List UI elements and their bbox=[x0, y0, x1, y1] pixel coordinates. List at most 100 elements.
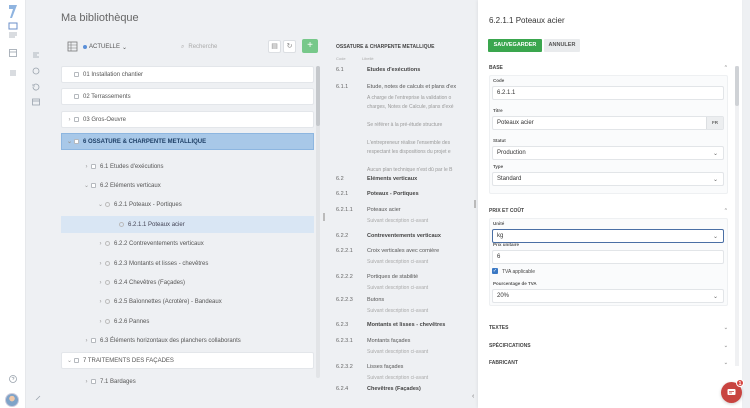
select-checkbox[interactable] bbox=[105, 299, 110, 304]
select-checkbox[interactable] bbox=[74, 358, 79, 363]
table-row[interactable]: 6.2.4 Chevêtres (Façades) bbox=[336, 386, 470, 392]
refresh-button[interactable]: ↻ bbox=[283, 40, 296, 53]
chevron-right-icon[interactable]: › bbox=[66, 117, 73, 123]
table-row[interactable]: 6.1.1 Etude, notes de calculs et plans d'… bbox=[336, 84, 470, 90]
chevron-down-icon[interactable]: ⌄ bbox=[97, 201, 104, 208]
section-specs[interactable]: SPÉCIFICATIONS ⌄ bbox=[489, 341, 728, 351]
panel-resize-handle[interactable] bbox=[323, 213, 325, 221]
type-select[interactable]: Standard ⌄ bbox=[492, 172, 724, 186]
chevron-down-icon[interactable]: ⌄ bbox=[66, 357, 73, 364]
select-checkbox[interactable] bbox=[105, 202, 110, 207]
select-checkbox[interactable] bbox=[74, 94, 79, 99]
table-row[interactable]: 6.2.2.2 Portiques de stabilité Suivant des… bbox=[336, 274, 470, 291]
select-checkbox[interactable] bbox=[74, 139, 79, 144]
select-checkbox[interactable] bbox=[91, 183, 96, 188]
tree-row[interactable]: ⌄ 6 OSSATURE & CHARPENTE METALLIQUE bbox=[61, 133, 314, 150]
detail-scrollbar[interactable] bbox=[735, 66, 739, 366]
help-icon[interactable] bbox=[8, 374, 18, 384]
cancel-button[interactable]: ANNULER bbox=[544, 39, 580, 52]
tree-row[interactable]: › 6.2.6 Pannes bbox=[61, 313, 314, 330]
app-logo-icon[interactable] bbox=[8, 5, 18, 19]
table-view-icon[interactable] bbox=[67, 41, 78, 52]
select-checkbox[interactable] bbox=[91, 164, 96, 169]
title-field[interactable]: Poteaux acier FR bbox=[492, 116, 724, 130]
export-button[interactable]: ▤ bbox=[268, 40, 281, 53]
version-filter-select[interactable]: ACTUELLE ⌄ bbox=[83, 41, 127, 53]
select-checkbox[interactable] bbox=[91, 379, 96, 384]
chevron-down-icon[interactable]: ⌄ bbox=[66, 138, 73, 145]
tree-row[interactable]: › 7.1 Bardages bbox=[61, 373, 314, 390]
history-icon[interactable] bbox=[31, 82, 41, 92]
chevron-left-icon[interactable]: ‹ bbox=[472, 393, 482, 403]
section-price[interactable]: PRIX ET COÛT ⌃ bbox=[489, 206, 728, 216]
row-label: Butons bbox=[367, 297, 385, 303]
table-row[interactable]: 6.2.1.1 Poteaux acier Suivant description … bbox=[336, 207, 470, 224]
vat-checkbox[interactable]: ✓ bbox=[492, 268, 498, 274]
table-row[interactable]: 6.2.2.1 Croix verticales avec cornière Sui… bbox=[336, 248, 470, 265]
tree-row[interactable]: 02 Terrassements bbox=[61, 88, 314, 105]
tree-row[interactable]: ⌄ 7 TRAITEMENTS DES FAÇADES bbox=[61, 352, 314, 369]
table-row[interactable]: 6.2.2.3 Butons Suivant description ci-avan… bbox=[336, 297, 470, 314]
chevron-right-icon[interactable]: › bbox=[97, 241, 104, 247]
section-base[interactable]: BASE ⌃ bbox=[489, 63, 728, 73]
select-checkbox[interactable] bbox=[105, 261, 110, 266]
search-input[interactable]: ⌕ Recherche bbox=[181, 41, 261, 53]
tree-row[interactable]: ⌄ 6.2 Eléments verticaux bbox=[61, 177, 314, 194]
tree-row[interactable]: › 6.2.5 Baïonnettes (Acrotère) - Bandeaux bbox=[61, 293, 314, 310]
chevron-right-icon[interactable]: › bbox=[83, 338, 90, 344]
list-icon[interactable] bbox=[8, 68, 18, 78]
table-row[interactable]: 6.2 Eléments verticaux bbox=[336, 176, 470, 182]
table-row[interactable]: 6.2.3 Montants et lisses - chevêtres bbox=[336, 322, 470, 328]
table-row[interactable]: 6.2.3.2 Lisses façades Suivant description… bbox=[336, 364, 470, 381]
tree-row[interactable]: ⌄ 6.2.1 Poteaux - Portiques bbox=[61, 196, 314, 213]
section-maker[interactable]: FABRICANT ⌄ bbox=[489, 358, 728, 368]
user-avatar[interactable] bbox=[5, 393, 19, 407]
tree-row[interactable]: › 6.1 Etudes d'exécutions bbox=[61, 158, 314, 175]
unit-select[interactable]: kg ⌄ bbox=[492, 229, 724, 243]
chat-button[interactable]: 1 bbox=[721, 379, 744, 403]
select-checkbox[interactable] bbox=[74, 72, 79, 77]
tree-row[interactable]: 6.2.1.1 Poteaux acier bbox=[61, 216, 314, 233]
settings-icon[interactable] bbox=[33, 393, 43, 403]
table-row[interactable]: 6.2.3.1 Montants façades Suivant descripti… bbox=[336, 338, 470, 355]
chevron-right-icon[interactable]: › bbox=[97, 319, 104, 325]
table-row[interactable]: 6.2.2 Contreventements verticaux bbox=[336, 233, 470, 239]
table-row[interactable]: 6.1 Etudes d'exécutions bbox=[336, 67, 470, 73]
collapse-menu-icon[interactable] bbox=[31, 50, 41, 60]
library-icon[interactable] bbox=[8, 48, 18, 58]
tree-row[interactable]: › 6.2.3 Montants et lisses - chevêtres bbox=[61, 255, 314, 272]
tree-row[interactable]: › 03 Gros-Oeuvre bbox=[61, 111, 314, 128]
status-select[interactable]: Production ⌄ bbox=[492, 146, 724, 160]
chevron-right-icon[interactable]: › bbox=[97, 261, 104, 267]
select-checkbox[interactable] bbox=[105, 280, 110, 285]
code-field[interactable]: 6.2.1.1 bbox=[492, 86, 724, 100]
chevron-right-icon[interactable]: › bbox=[83, 379, 90, 385]
archive-icon[interactable] bbox=[31, 97, 41, 107]
row-code: 6.2.3 bbox=[336, 322, 349, 328]
unit-price-field[interactable]: 6 bbox=[492, 250, 724, 264]
chevron-right-icon[interactable]: › bbox=[83, 164, 90, 170]
chevron-right-icon[interactable]: › bbox=[97, 299, 104, 305]
select-checkbox[interactable] bbox=[119, 222, 124, 227]
select-checkbox[interactable] bbox=[105, 241, 110, 246]
tree-row[interactable]: 01 Installation chantier bbox=[61, 66, 314, 83]
select-checkbox[interactable] bbox=[105, 319, 110, 324]
save-button[interactable]: SAUVEGARDER bbox=[488, 39, 542, 52]
table-row[interactable]: 6.2.1 Poteaux - Portiques bbox=[336, 191, 470, 197]
select-checkbox[interactable] bbox=[91, 338, 96, 343]
projects-icon[interactable] bbox=[8, 30, 18, 40]
language-badge[interactable]: FR bbox=[706, 117, 723, 129]
chevron-right-icon[interactable]: › bbox=[97, 280, 104, 286]
section-texts[interactable]: TEXTES ⌄ bbox=[489, 323, 728, 333]
tree-row[interactable]: › 6.2.2 Contreventements verticaux bbox=[61, 235, 314, 252]
tree-row[interactable]: › 6.2.4 Chevêtres (Façades) bbox=[61, 274, 314, 291]
chevron-down-icon[interactable]: ⌄ bbox=[83, 182, 90, 189]
panel-resize-handle-right[interactable] bbox=[474, 200, 476, 208]
tag-icon[interactable] bbox=[31, 66, 41, 76]
tree-scrollbar[interactable] bbox=[316, 66, 320, 378]
select-checkbox[interactable] bbox=[74, 117, 79, 122]
vat-pct-select[interactable]: 20% ⌄ bbox=[492, 289, 724, 303]
add-item-button[interactable]: + bbox=[302, 39, 318, 53]
tree-row[interactable]: › 6.3 Éléments horizontaux des planchers … bbox=[61, 332, 314, 349]
row-label: Lisses façades bbox=[367, 364, 404, 370]
